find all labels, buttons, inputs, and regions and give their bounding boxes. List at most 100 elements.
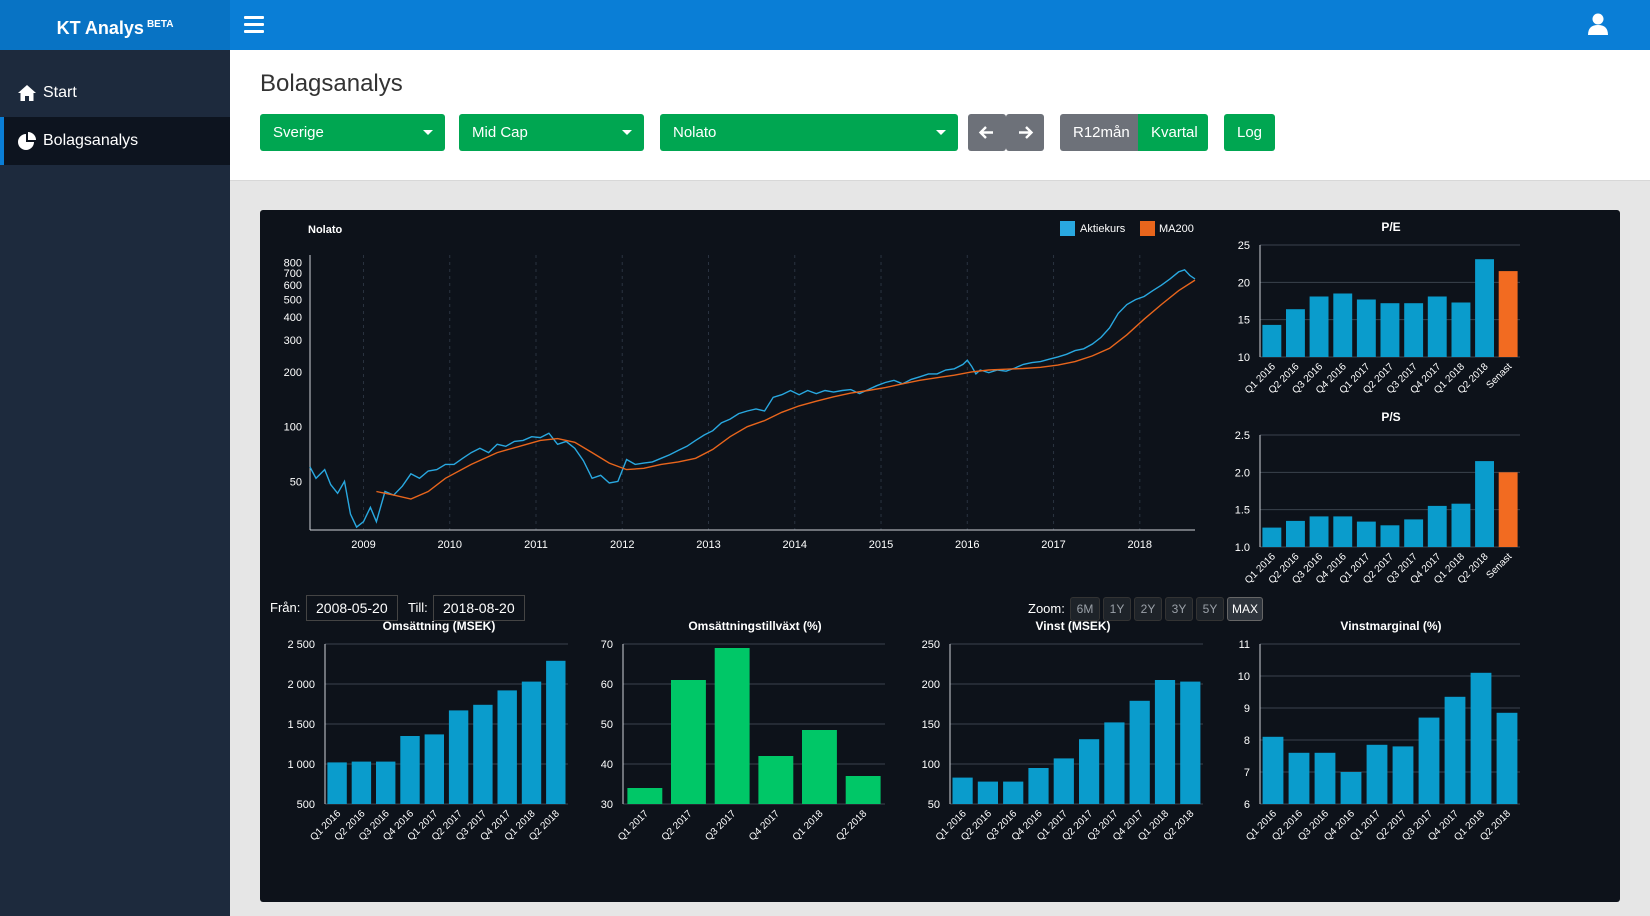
y-tick-label: 40 <box>601 759 613 771</box>
bar <box>327 762 347 804</box>
y-tick-label: 400 <box>284 312 302 324</box>
y-tick-label: 1 000 <box>287 759 315 771</box>
chevron-down-icon <box>423 130 433 135</box>
bar <box>1262 324 1282 357</box>
sidebar-item-start[interactable]: Start <box>0 69 230 117</box>
x-tick-label: Q2 2018 <box>834 808 869 843</box>
bar <box>1356 299 1376 357</box>
bar <box>758 756 794 804</box>
bar <box>1262 736 1284 804</box>
bar <box>1470 672 1492 804</box>
r12-label: R12mån <box>1073 124 1130 141</box>
bar <box>1475 259 1494 357</box>
bar <box>1180 681 1201 804</box>
y-tick-label: 10 <box>1238 352 1250 364</box>
from-date-input[interactable]: 2008-05-20 <box>306 595 398 621</box>
x-tick-label: 2015 <box>869 539 893 551</box>
price-chart-title: Nolato <box>308 224 343 236</box>
bar <box>1392 746 1414 804</box>
bar <box>1003 781 1024 804</box>
y-tick-label: 20 <box>1238 277 1250 289</box>
bar <box>1418 717 1440 804</box>
pe-chart-title: P/E <box>1381 220 1400 234</box>
bar <box>845 776 881 804</box>
y-tick-label: 300 <box>284 335 302 347</box>
bar <box>1451 302 1471 357</box>
bar <box>1262 527 1282 547</box>
zoom-2y-button[interactable]: 2Y <box>1134 597 1162 621</box>
y-tick-label: 250 <box>922 639 940 651</box>
bar <box>1380 303 1400 357</box>
log-toggle[interactable]: Log <box>1224 114 1275 151</box>
brand-logo[interactable]: KT Analys BETA <box>0 0 230 50</box>
x-tick-label: 2011 <box>524 539 548 551</box>
x-tick-label: Q1 2017 <box>616 808 651 843</box>
bar <box>1380 525 1400 547</box>
y-tick-label: 2.5 <box>1235 430 1250 442</box>
bar <box>546 660 566 804</box>
bar <box>671 680 706 804</box>
bar <box>714 648 750 804</box>
country-select[interactable]: Sverige <box>260 114 445 151</box>
y-tick-label: 200 <box>922 679 940 691</box>
segment-select[interactable]: Mid Cap <box>459 114 644 151</box>
zoom-5y-button[interactable]: 5Y <box>1196 597 1224 621</box>
pie-chart-icon <box>18 132 36 150</box>
page-header: Bolagsanalys Sverige Mid Cap Nolato R12m… <box>230 50 1650 181</box>
bar <box>424 734 444 804</box>
app-name: KT Analys <box>56 18 144 38</box>
zoom-1y-button[interactable]: 1Y <box>1103 597 1131 621</box>
x-tick-label: 2010 <box>437 539 461 551</box>
menu-toggle-icon[interactable] <box>244 16 264 34</box>
sidebar-item-bolagsanalys[interactable]: Bolagsanalys <box>0 117 230 165</box>
y-tick-label: 50 <box>601 719 613 731</box>
y-tick-label: 600 <box>284 280 302 292</box>
bar <box>1129 700 1150 804</box>
bar <box>1053 758 1074 804</box>
x-tick-label: 2013 <box>696 539 720 551</box>
x-tick-label: Senast <box>1485 361 1515 391</box>
sidebar-item-label: Bolagsanalys <box>43 132 139 149</box>
y-tick-label: 150 <box>922 719 940 731</box>
previous-company-button[interactable] <box>968 114 1006 151</box>
to-date-input[interactable]: 2018-08-20 <box>433 595 525 621</box>
y-tick-label: 2 000 <box>287 679 315 691</box>
page-title: Bolagsanalys <box>260 70 403 97</box>
quarter-toggle[interactable]: Kvartal <box>1138 114 1208 151</box>
bar <box>1427 296 1447 357</box>
from-label: Från: <box>270 600 301 615</box>
y-tick-label: 1.0 <box>1235 542 1250 554</box>
revenue-chart-title: Omsättning (MSEK) <box>383 619 496 633</box>
bar <box>627 788 663 804</box>
zoom-6m-button[interactable]: 6M <box>1070 597 1100 621</box>
bar <box>1314 752 1336 804</box>
next-company-button[interactable] <box>1006 114 1044 151</box>
bar <box>473 704 493 804</box>
r12-toggle[interactable]: R12mån <box>1060 114 1138 151</box>
company-select[interactable]: Nolato <box>660 114 958 151</box>
chevron-down-icon <box>936 130 946 135</box>
bar <box>1498 271 1518 357</box>
y-tick-label: 50 <box>290 476 302 488</box>
y-tick-label: 700 <box>284 268 302 280</box>
y-tick-label: 2.0 <box>1235 467 1250 479</box>
bar <box>376 761 396 804</box>
bar <box>1288 752 1310 804</box>
top-navbar: KT Analys BETA <box>0 0 1650 50</box>
zoom-3y-button[interactable]: 3Y <box>1165 597 1193 621</box>
legend-swatch <box>1060 221 1075 236</box>
bar <box>1333 516 1353 547</box>
bar <box>1079 739 1100 804</box>
profit-chart-title: Vinst (MSEK) <box>1035 619 1110 633</box>
x-tick-label: 2016 <box>955 539 979 551</box>
arrow-left-icon <box>978 126 993 139</box>
y-tick-label: 9 <box>1244 703 1250 715</box>
zoom-max-button[interactable]: MAX <box>1227 597 1263 621</box>
bar <box>802 730 837 804</box>
user-icon[interactable] <box>1588 13 1608 35</box>
legend-swatch <box>1140 221 1155 236</box>
y-tick-label: 7 <box>1244 767 1250 779</box>
y-tick-label: 50 <box>928 799 940 811</box>
bar <box>977 781 998 804</box>
x-tick-label: Q3 2017 <box>703 808 738 843</box>
